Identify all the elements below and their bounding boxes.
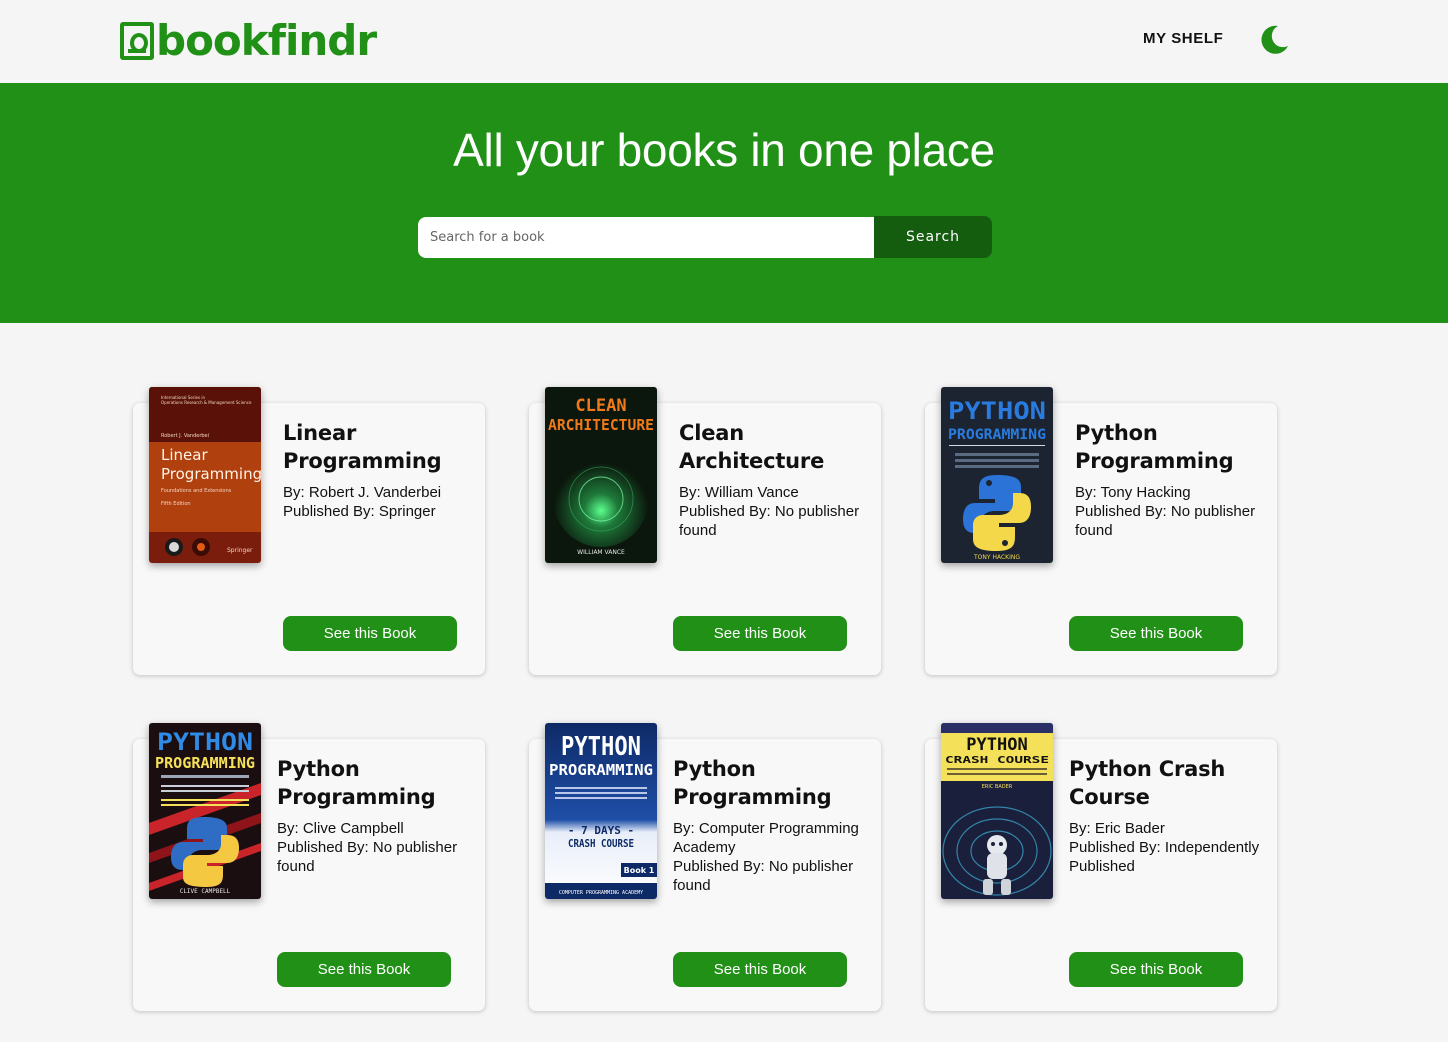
book-card: PYTHON PROGRAMMING CLIVE CAMPBELL Python… — [133, 723, 485, 1011]
book-title: Python Programming — [277, 757, 436, 809]
cover-art: PYTHON PROGRAMMING - 7 DAYS - CRASH COUR… — [545, 723, 657, 899]
book-author: By: Tony Hacking — [1075, 484, 1191, 501]
book-title: Clean Architecture — [679, 421, 825, 473]
see-this-book-button[interactable]: See this Book — [673, 952, 847, 987]
book-card: CLEAN ARCHITECTURE WILLIAM VANCE Clean A… — [529, 387, 881, 675]
see-this-book-button[interactable]: See this Book — [277, 952, 451, 987]
search-input[interactable] — [418, 217, 874, 258]
search-bar: Search — [418, 216, 992, 259]
cover-author: ERIC BADER — [982, 784, 1013, 790]
cover-title-line: PROGRAMMING — [549, 761, 653, 779]
cover-tagline: Foundations and Extensions — [161, 488, 232, 494]
book-cover-image[interactable]: PYTHON CRASH COURSE ERIC BADER — [941, 723, 1053, 899]
hero-banner: All your books in one place Search — [0, 83, 1448, 323]
book-info: Python Programming By: Computer Programm… — [673, 755, 869, 895]
cover-title-line: PYTHON — [966, 735, 1027, 755]
top-navbar: bookfindr MY SHELF — [0, 0, 1448, 83]
book-publisher: Published By: No publisher found — [1075, 503, 1256, 539]
cover-title-line: Linear — [161, 446, 208, 464]
cover-title-line: CLEAN — [575, 396, 626, 416]
book-cover-image[interactable]: International Series in Operations Resea… — [149, 387, 261, 563]
cover-edition: Fifth Edition — [161, 501, 191, 507]
svg-text:Operations Research & Manageme: Operations Research & Management Science — [161, 400, 252, 405]
cover-publisher: Springer — [227, 547, 253, 554]
cover-author: COMPUTER PROGRAMMING ACADEMY — [559, 890, 643, 896]
cover-art: PYTHON CRASH COURSE ERIC BADER — [941, 723, 1053, 899]
book-card: PYTHON PROGRAMMING TONY HACKING Python P… — [925, 387, 1277, 675]
see-this-book-button[interactable]: See this Book — [673, 616, 847, 651]
cover-title-line: ARCHITECTURE — [548, 416, 654, 434]
cover-subtitle: CRASH COURSE — [568, 837, 634, 850]
book-info: Clean Architecture By: William Vance Pub… — [679, 419, 875, 540]
book-publisher: Published By: Springer — [283, 503, 436, 520]
brand-logo[interactable]: bookfindr — [120, 16, 377, 65]
logo-book-search-icon — [120, 21, 154, 60]
book-cover-image[interactable]: PYTHON PROGRAMMING - 7 DAYS - CRASH COUR… — [545, 723, 657, 899]
book-publisher: Published By: No publisher found — [277, 839, 458, 875]
cover-author: CLIVE CAMPBELL — [180, 888, 231, 895]
book-cover-image[interactable]: PYTHON PROGRAMMING CLIVE CAMPBELL — [149, 723, 261, 899]
see-this-book-button[interactable]: See this Book — [283, 616, 457, 651]
see-this-book-button[interactable]: See this Book — [1069, 616, 1243, 651]
my-shelf-link[interactable]: MY SHELF — [1143, 30, 1223, 47]
see-this-book-button[interactable]: See this Book — [1069, 952, 1243, 987]
cover-art: International Series in Operations Resea… — [149, 387, 261, 563]
book-publisher: Published By: No publisher found — [679, 503, 860, 539]
book-author: By: William Vance — [679, 484, 799, 501]
cover-title-line: PROGRAMMING — [155, 754, 255, 772]
cover-art: PYTHON PROGRAMMING CLIVE CAMPBELL — [149, 723, 261, 899]
cover-badge: Book 1 — [624, 866, 655, 875]
book-author: By: Robert J. Vanderbei — [283, 484, 442, 501]
book-author: By: Computer Programming Academy — [673, 820, 859, 856]
cover-author: Robert J. Vanderbei — [161, 433, 209, 439]
cover-subtitle: - 7 DAYS - — [568, 824, 634, 837]
book-title: Python Programming — [673, 757, 832, 809]
cover-art: PYTHON PROGRAMMING TONY HACKING — [941, 387, 1053, 563]
book-cover-image[interactable]: PYTHON PROGRAMMING TONY HACKING — [941, 387, 1053, 563]
book-author: By: Clive Campbell — [277, 820, 404, 837]
book-card: PYTHON PROGRAMMING - 7 DAYS - CRASH COUR… — [529, 723, 881, 1011]
cover-title-line: PYTHON — [561, 732, 641, 762]
cover-title-line: PROGRAMMING — [948, 427, 1046, 443]
book-info: Python Crash Course By: Eric Bader Publi… — [1069, 755, 1265, 876]
book-card: International Series in Operations Resea… — [133, 387, 485, 675]
book-info: Linear Programming By: Robert J. Vanderb… — [283, 419, 479, 521]
cover-title-line: Programming — [161, 465, 261, 483]
cover-title-line: CRASH COURSE — [945, 755, 1049, 766]
book-info: Python Programming By: Clive Campbell Pu… — [277, 755, 473, 876]
cover-title-line: PYTHON — [948, 397, 1046, 425]
brand-name: bookfindr — [156, 16, 377, 65]
book-cover-image[interactable]: CLEAN ARCHITECTURE WILLIAM VANCE — [545, 387, 657, 563]
moon-icon[interactable] — [1258, 24, 1290, 56]
cover-author: WILLIAM VANCE — [577, 549, 625, 556]
book-card: PYTHON CRASH COURSE ERIC BADER Python Cr… — [925, 723, 1277, 1011]
cover-art: CLEAN ARCHITECTURE WILLIAM VANCE — [545, 387, 657, 563]
cover-author: TONY HACKING — [973, 554, 1020, 561]
search-button[interactable]: Search — [874, 216, 992, 258]
book-info: Python Programming By: Tony Hacking Publ… — [1075, 419, 1271, 540]
book-title: Python Crash Course — [1069, 757, 1226, 809]
cover-title-line: PYTHON — [157, 728, 253, 756]
book-title: Python Programming — [1075, 421, 1234, 473]
book-publisher: Published By: No publisher found — [673, 858, 854, 894]
book-title: Linear Programming — [283, 421, 442, 473]
book-publisher: Published By: Independently Published — [1069, 839, 1260, 875]
book-author: By: Eric Bader — [1069, 820, 1165, 837]
hero-title: All your books in one place — [453, 124, 995, 176]
